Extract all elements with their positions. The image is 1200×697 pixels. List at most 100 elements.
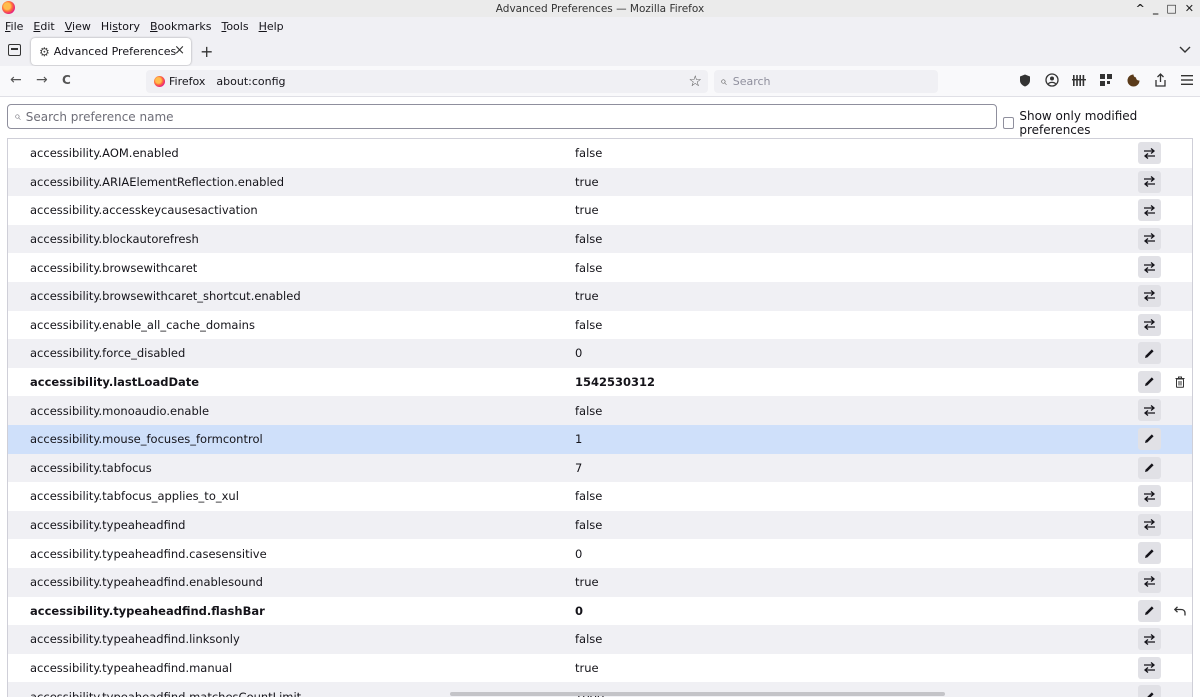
preference-name: accessibility.blockautorefresh [30, 232, 199, 247]
table-row[interactable]: accessibility.typeaheadfind.linksonly fal… [8, 625, 1192, 654]
table-row[interactable]: accessibility.typeaheadfind.enablesound t… [8, 567, 1192, 597]
menu-item-view[interactable]: View [65, 20, 91, 33]
delete-icon[interactable] [1171, 372, 1189, 392]
table-row[interactable]: accessibility.typeaheadfind false [8, 510, 1192, 540]
firefox-view-icon[interactable] [8, 44, 21, 56]
tab-advanced-preferences[interactable]: ⚙ Advanced Preferences × [31, 38, 191, 65]
toggle-button[interactable] [1138, 628, 1161, 651]
preference-name: accessibility.typeaheadfind.linksonly [30, 632, 240, 647]
preference-name: accessibility.browsewithcaret_shortcut.e… [30, 289, 301, 304]
horizontal-scrollbar[interactable] [450, 692, 945, 696]
menu-item-edit[interactable]: Edit [33, 20, 54, 33]
menu-item-tools[interactable]: Tools [221, 20, 248, 33]
table-row[interactable]: accessibility.enable_all_cache_domains fa… [8, 311, 1192, 340]
toggle-button[interactable] [1138, 570, 1161, 593]
table-row[interactable]: accessibility.typeaheadfind.manual true [8, 654, 1192, 683]
hamburger-menu-icon[interactable] [1180, 72, 1194, 88]
toggle-button[interactable] [1138, 399, 1161, 422]
preference-name: accessibility.tabfocus [30, 460, 152, 475]
table-row[interactable]: accessibility.browsewithcaret_shortcut.e… [8, 281, 1192, 311]
reset-icon[interactable] [1171, 601, 1189, 621]
preference-value: false [575, 403, 603, 418]
window-shade-button[interactable]: ^ [1136, 2, 1145, 15]
menu-item-file[interactable]: File [5, 20, 23, 33]
menu-item-bookmarks[interactable]: Bookmarks [150, 20, 211, 33]
toggle-button[interactable] [1138, 513, 1161, 536]
toggle-button[interactable] [1138, 313, 1161, 336]
preference-value: true [575, 289, 599, 304]
preference-name: accessibility.ARIAElementReflection.enab… [30, 174, 285, 189]
preference-name: accessibility.browsewithcaret [30, 260, 198, 275]
table-row[interactable]: accessibility.typeaheadfind.flashBar 0 [8, 597, 1192, 626]
back-button[interactable]: ← [10, 72, 22, 88]
toggle-button[interactable] [1138, 656, 1161, 679]
library-icon[interactable] [1072, 72, 1086, 88]
identity-box[interactable]: Firefox [154, 75, 211, 88]
table-row[interactable]: accessibility.accesskeycausesactivation t… [8, 196, 1192, 225]
web-search-input[interactable]: ⌕ Search [714, 70, 938, 93]
edit-button[interactable] [1138, 685, 1161, 697]
show-modified-label: Show only modified preferences [1019, 109, 1138, 137]
menu-item-help[interactable]: Help [259, 20, 284, 33]
edit-button[interactable] [1138, 599, 1161, 622]
preference-value: false [575, 632, 603, 647]
nav-bar: ← → C Firefox about:config ☆ ⌕ Search [0, 66, 1200, 97]
new-tab-button[interactable]: + [200, 42, 213, 61]
preference-value: 1 [575, 432, 583, 447]
menu-item-history[interactable]: History [101, 20, 140, 33]
share-icon[interactable] [1153, 72, 1167, 88]
url-bar[interactable]: Firefox about:config ☆ [146, 70, 708, 93]
show-modified-toggle[interactable]: Show only modified preferences [1003, 109, 1200, 137]
cookie-icon[interactable] [1126, 72, 1140, 88]
chevron-down-icon[interactable] [1179, 43, 1191, 57]
preference-name: accessibility.tabfocus_applies_to_xul [30, 489, 239, 504]
window-maximize-button[interactable]: □ [1166, 2, 1176, 15]
preference-search-input[interactable]: ⌕ Search preference name [7, 104, 997, 129]
table-row[interactable]: accessibility.lastLoadDate 1542530312 [8, 368, 1192, 397]
preference-name: accessibility.lastLoadDate [30, 375, 200, 390]
preference-value: 0 [575, 546, 583, 561]
url-input[interactable]: about:config [216, 75, 285, 88]
show-modified-checkbox[interactable] [1003, 117, 1015, 129]
table-row[interactable]: accessibility.tabfocus 7 [8, 453, 1192, 483]
account-icon[interactable] [1045, 72, 1059, 88]
bookmark-star-icon[interactable]: ☆ [689, 72, 702, 90]
toggle-button[interactable] [1138, 485, 1161, 508]
preference-name: accessibility.typeaheadfind.manual [30, 660, 233, 675]
shield-icon[interactable] [1018, 72, 1032, 88]
window-title: Advanced Preferences — Mozilla Firefox [495, 2, 705, 15]
window-close-button[interactable]: ✕ [1185, 2, 1194, 15]
toggle-button[interactable] [1138, 227, 1161, 250]
toggle-button[interactable] [1138, 284, 1161, 307]
table-row[interactable]: accessibility.force_disabled 0 [8, 339, 1192, 368]
close-tab-icon[interactable]: × [174, 43, 185, 58]
table-row[interactable]: accessibility.typeaheadfind.casesensitiv… [8, 539, 1192, 568]
preferences-table: accessibility.AOM.enabled false accessibil… [7, 138, 1193, 697]
firefox-logo-icon [2, 1, 15, 14]
edit-button[interactable] [1138, 342, 1161, 365]
table-row[interactable]: accessibility.blockautorefresh false [8, 224, 1192, 254]
preference-name: accessibility.accesskeycausesactivation [30, 203, 258, 218]
table-row[interactable]: accessibility.tabfocus_applies_to_xul fal… [8, 482, 1192, 511]
gear-icon: ⚙ [39, 44, 50, 59]
preference-name: accessibility.force_disabled [30, 346, 186, 361]
table-row[interactable]: accessibility.browsewithcaret false [8, 253, 1192, 282]
toggle-button[interactable] [1138, 256, 1161, 279]
window-minimize-button[interactable]: _ [1153, 2, 1159, 15]
edit-button[interactable] [1138, 427, 1161, 450]
toggle-button[interactable] [1138, 170, 1161, 193]
preference-value: false [575, 260, 603, 275]
toggle-button[interactable] [1138, 199, 1161, 222]
extensions-grid-icon[interactable] [1099, 72, 1113, 88]
edit-button[interactable] [1138, 542, 1161, 565]
reload-button[interactable]: C [62, 73, 71, 87]
forward-button[interactable]: → [36, 72, 48, 88]
table-row[interactable]: accessibility.monoaudio.enable false [8, 396, 1192, 425]
table-row[interactable]: accessibility.AOM.enabled false [8, 139, 1192, 168]
toggle-button[interactable] [1138, 142, 1161, 164]
edit-button[interactable] [1138, 370, 1161, 393]
preference-value: 0 [575, 603, 584, 618]
table-row[interactable]: accessibility.ARIAElementReflection.enab… [8, 167, 1192, 197]
edit-button[interactable] [1138, 456, 1161, 479]
table-row[interactable]: accessibility.mouse_focuses_formcontrol 1 [8, 424, 1192, 454]
